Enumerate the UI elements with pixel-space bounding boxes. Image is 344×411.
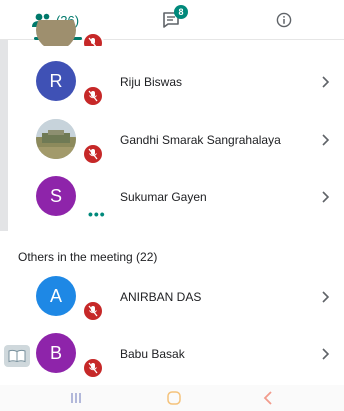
chevron-right-icon[interactable] [318, 132, 332, 148]
participant-row[interactable]: Gandhi Smarak Sangrahalaya [0, 113, 344, 169]
avatar: S [36, 176, 76, 216]
chevron-right-icon[interactable] [318, 189, 332, 205]
avatar: A [36, 276, 76, 316]
floating-reader-button[interactable] [4, 345, 30, 367]
participant-name: Riju Biswas [120, 75, 183, 89]
participant-row[interactable]: A ANIRBAN DAS [0, 270, 344, 326]
mic-off-icon [82, 300, 104, 322]
avatar: R [36, 61, 76, 101]
chevron-right-icon[interactable] [318, 74, 332, 90]
avatar [36, 20, 76, 46]
mic-off-icon [82, 143, 104, 165]
back-icon [263, 391, 272, 405]
mic-off-icon [82, 85, 104, 107]
avatar-initial: R [49, 70, 63, 91]
chevron-right-icon[interactable] [318, 289, 332, 305]
participant-name: Sukumar Gayen [120, 190, 207, 204]
chevron-right-icon[interactable] [318, 346, 332, 362]
chat-unread-badge: 8 [174, 5, 188, 19]
participant-name: Babu Basak [120, 347, 185, 361]
avatar [36, 119, 76, 159]
list-item-partial[interactable] [0, 20, 344, 46]
speaking-dots-icon: ••• [88, 206, 106, 222]
mic-off-icon [82, 32, 104, 46]
section-label: Others in the meeting (22) [18, 250, 158, 264]
avatar: B [36, 333, 76, 373]
system-nav-bar [0, 385, 344, 411]
participant-name: Gandhi Smarak Sangrahalaya [120, 133, 281, 147]
participant-row[interactable]: R Riju Biswas [0, 55, 344, 111]
photo-avatar-icon [36, 119, 76, 159]
book-icon [8, 349, 26, 363]
participant-name: ANIRBAN DAS [120, 290, 202, 304]
avatar-initial: S [49, 185, 62, 206]
participant-row[interactable]: S ••• Sukumar Gayen [0, 170, 344, 226]
recent-apps-button[interactable] [66, 389, 86, 407]
avatar-initial: B [49, 342, 62, 363]
avatar-initial: A [49, 285, 62, 306]
back-button[interactable] [258, 389, 278, 407]
home-icon [167, 391, 181, 405]
participant-row[interactable]: B Babu Basak [0, 327, 344, 383]
recent-apps-icon [71, 393, 81, 403]
mic-off-icon [82, 357, 104, 379]
home-button[interactable] [164, 389, 184, 407]
